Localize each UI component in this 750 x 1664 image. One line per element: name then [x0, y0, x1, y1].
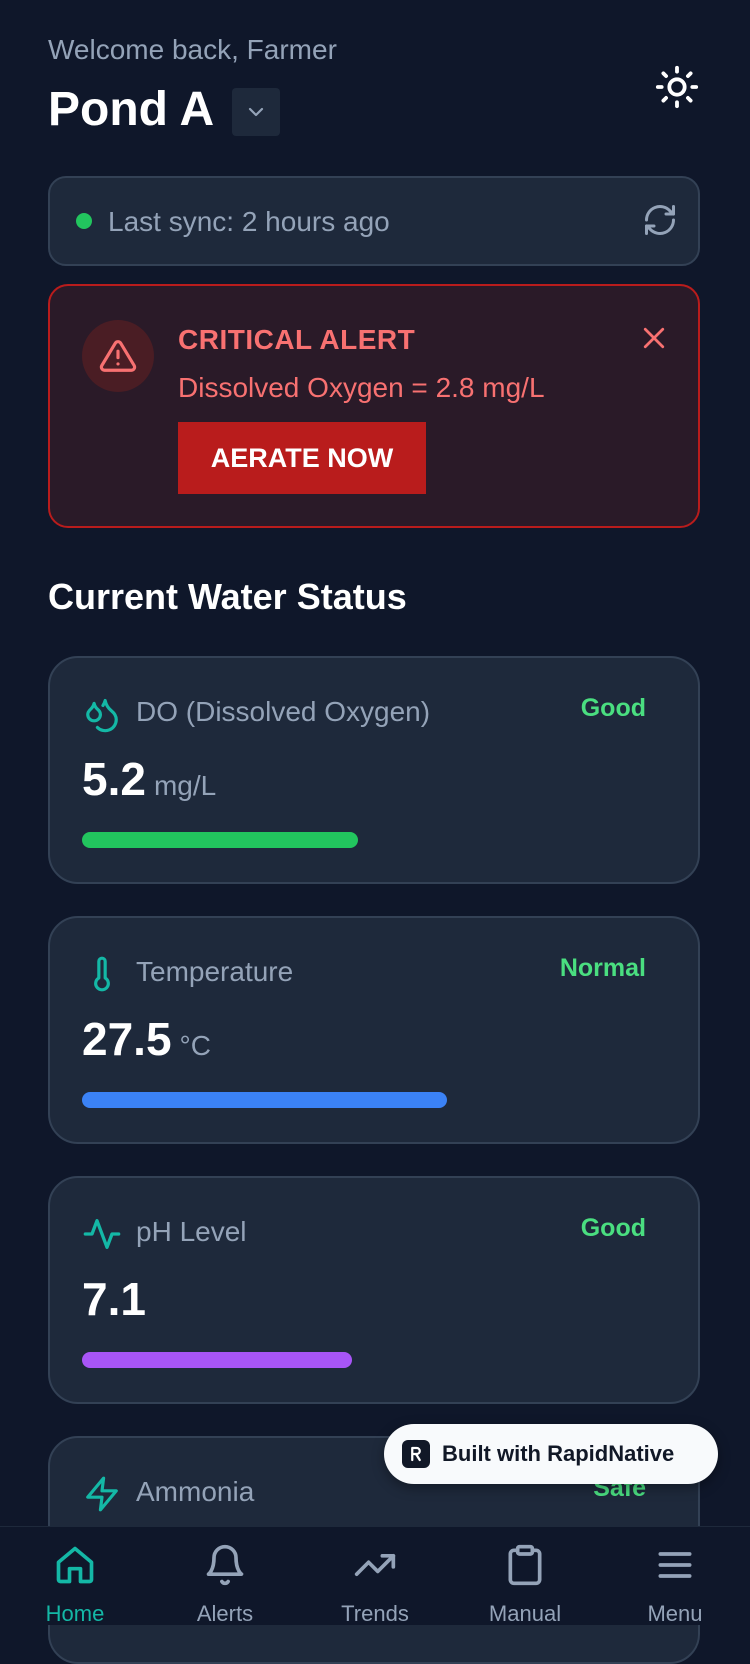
theme-toggle-button[interactable]: [652, 62, 702, 112]
sun-icon: [655, 65, 699, 109]
metric-status: Normal: [559, 954, 646, 982]
metric-status: Good: [580, 694, 646, 722]
metric-card-do[interactable]: DO (Dissolved Oxygen) Good 5.2 mg/L: [48, 656, 700, 884]
refresh-button[interactable]: [640, 200, 680, 240]
metric-card-ph[interactable]: pH Level Good 7.1: [48, 1176, 700, 1404]
metric-value: 27.5: [82, 1013, 172, 1065]
close-icon: [643, 327, 665, 349]
section-title: Current Water Status: [48, 576, 407, 617]
nav-item-alerts[interactable]: Alerts: [150, 1527, 300, 1626]
metric-name: DO (Dissolved Oxygen): [136, 696, 431, 727]
metric-level-bar: [82, 1092, 447, 1108]
metric-level-bar: [82, 1352, 352, 1368]
nav-label: Menu: [647, 1601, 703, 1626]
bell-icon: [201, 1541, 249, 1589]
refresh-icon: [645, 205, 675, 235]
dismiss-alert-button[interactable]: [636, 320, 672, 356]
nav-item-trends[interactable]: Trends: [300, 1527, 450, 1626]
warning-triangle-icon: [99, 340, 137, 372]
pond-title: Pond A: [48, 83, 215, 136]
critical-alert-card: CRITICAL ALERT Dissolved Oxygen = 2.8 mg…: [48, 284, 700, 528]
metric-status: Good: [580, 1214, 646, 1242]
built-with-badge[interactable]: Built with RapidNative: [384, 1424, 718, 1484]
metric-name: Temperature: [136, 956, 294, 987]
alert-message: Dissolved Oxygen = 2.8 mg/L: [178, 372, 545, 403]
pond-dropdown-button[interactable]: [232, 88, 280, 136]
nav-label: Alerts: [196, 1601, 254, 1626]
sync-status-card: Last sync: 2 hours ago: [48, 176, 700, 266]
thermometer-icon: [82, 954, 122, 994]
metric-value: 5.2: [82, 753, 146, 805]
metric-unit: °C: [179, 1030, 211, 1061]
clipboard-icon: [501, 1541, 549, 1589]
welcome-text: Welcome back, Farmer: [48, 34, 337, 65]
bottom-navigation: Home Alerts Trends Manual Menu: [0, 1526, 750, 1626]
activity-icon: [82, 1214, 122, 1254]
built-with-text: Built with RapidNative: [442, 1441, 675, 1466]
metric-level-bar: [82, 832, 358, 848]
metric-name: pH Level: [136, 1216, 247, 1247]
sync-status-dot: [76, 213, 92, 229]
metric-unit: mg/L: [153, 770, 217, 801]
trending-up-icon: [351, 1541, 399, 1589]
nav-label: Home: [45, 1601, 105, 1626]
menu-icon: [651, 1541, 699, 1589]
metric-value: 7.1: [82, 1273, 146, 1325]
rapidnative-logo-icon: [402, 1440, 430, 1468]
droplets-icon: [82, 694, 122, 734]
chevron-down-icon: [248, 107, 264, 117]
nav-label: Manual: [488, 1601, 562, 1626]
alert-icon-badge: [82, 320, 154, 392]
nav-item-manual[interactable]: Manual: [450, 1527, 600, 1626]
zap-icon: [82, 1474, 122, 1514]
aerate-now-button[interactable]: AERATE NOW: [178, 422, 426, 494]
alert-title: CRITICAL ALERT: [178, 324, 416, 355]
home-icon: [51, 1541, 99, 1589]
sync-status-text: Last sync: 2 hours ago: [108, 206, 390, 237]
nav-label: Trends: [341, 1601, 409, 1626]
metric-name: Ammonia: [136, 1476, 255, 1507]
metric-card-temperature[interactable]: Temperature Normal 27.5 °C: [48, 916, 700, 1144]
nav-item-menu[interactable]: Menu: [600, 1527, 750, 1626]
nav-item-home[interactable]: Home: [0, 1527, 150, 1626]
